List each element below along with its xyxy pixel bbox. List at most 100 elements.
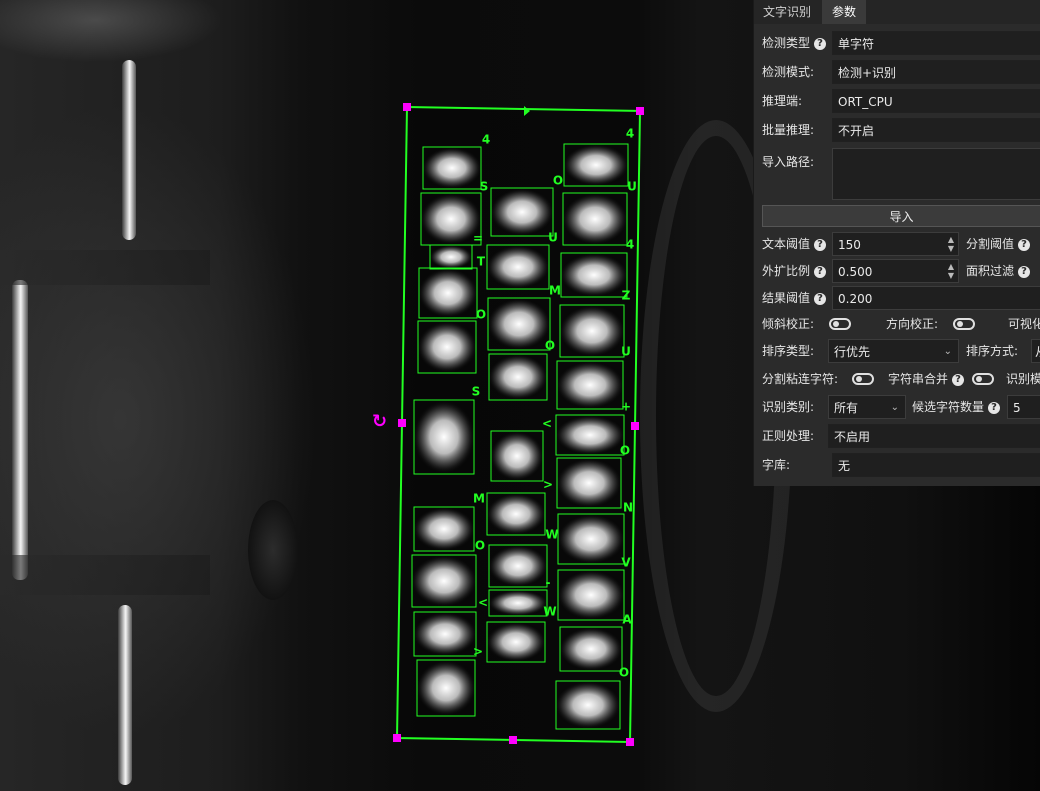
- char-label: V: [621, 556, 631, 570]
- recog-model-label: 识别模: [1006, 372, 1040, 386]
- help-icon[interactable]: ?: [952, 373, 965, 386]
- charset-field[interactable]: 无: [832, 453, 1040, 477]
- expand-ratio-spinbox[interactable]: 0.500 ▲ ▼: [832, 259, 959, 283]
- chevron-down-icon[interactable]: ⌄: [944, 340, 952, 362]
- import-button[interactable]: 导入: [762, 205, 1040, 227]
- char-label: U: [621, 345, 631, 359]
- text-threshold-text: 文本阈值: [762, 237, 811, 251]
- char-blob: [412, 612, 478, 656]
- char-label: U: [627, 180, 637, 194]
- char-label: +: [621, 400, 631, 414]
- char-merge-toggle[interactable]: [972, 373, 994, 385]
- resize-handle[interactable]: [626, 738, 634, 746]
- sort-type-value: 行优先: [834, 345, 871, 359]
- batch-infer-label: 批量推理:: [762, 123, 815, 137]
- sort-type-select[interactable]: 行优先 ⌄: [828, 339, 959, 363]
- candidate-count-spinbox[interactable]: 5: [1007, 395, 1040, 419]
- recog-category-select[interactable]: 所有 ⌄: [828, 395, 906, 419]
- char-blob: [554, 681, 622, 729]
- text-threshold-value: 150: [838, 238, 861, 252]
- regex-value: 不启用: [834, 430, 871, 444]
- help-icon[interactable]: ?: [1018, 265, 1031, 278]
- char-blob: [556, 514, 626, 564]
- split-sticky-toggle[interactable]: [852, 373, 874, 385]
- char-label: O: [619, 666, 629, 680]
- split-threshold-text: 分割阈值: [966, 237, 1015, 251]
- detect-type-label: 检测类型?: [762, 31, 827, 55]
- char-blob: [561, 193, 629, 245]
- char-blob: [410, 555, 478, 607]
- char-label: Z: [622, 289, 631, 303]
- resize-handle[interactable]: [509, 736, 517, 744]
- char-label: <: [542, 417, 552, 431]
- char-blob: [421, 147, 483, 189]
- char-label: 4: [626, 238, 634, 252]
- chevron-down-icon[interactable]: ⌄: [891, 396, 899, 418]
- char-merge-label: 字符串合并?: [888, 367, 965, 391]
- resize-handle[interactable]: [398, 419, 406, 427]
- char-blob: [487, 354, 549, 400]
- help-icon[interactable]: ?: [988, 401, 1001, 414]
- split-threshold-label: 分割阈值?: [966, 232, 1031, 256]
- char-merge-text: 字符串合并: [888, 372, 949, 386]
- visualize-label: 可视化: [1008, 317, 1040, 331]
- resize-handle[interactable]: [403, 103, 411, 111]
- detect-mode-value: 检测+识别: [838, 66, 897, 80]
- tilt-correction-toggle[interactable]: [829, 318, 851, 330]
- char-label: O: [553, 174, 563, 188]
- spin-arrows-icon[interactable]: ▲ ▼: [948, 235, 954, 253]
- candidate-count-value: 5: [1013, 401, 1021, 415]
- help-icon[interactable]: ?: [814, 265, 827, 278]
- char-label: >: [543, 478, 553, 492]
- detect-type-field[interactable]: 单字符: [832, 31, 1040, 55]
- char-label: A: [622, 613, 632, 627]
- resize-handle[interactable]: [636, 107, 644, 115]
- help-icon[interactable]: ?: [1018, 238, 1031, 251]
- tab-text-recognition[interactable]: 文字识别: [754, 0, 820, 24]
- area-filter-text: 面积过滤: [966, 264, 1015, 278]
- tilt-correction-label: 倾斜校正:: [762, 317, 815, 331]
- text-threshold-spinbox[interactable]: 150 ▲ ▼: [832, 232, 959, 256]
- import-path-input[interactable]: [832, 148, 1040, 200]
- regex-field[interactable]: 不启用: [828, 424, 1040, 448]
- infer-end-field[interactable]: ORT_CPU: [832, 89, 1040, 113]
- help-icon[interactable]: ?: [814, 238, 827, 251]
- char-label: N: [623, 501, 633, 515]
- batch-infer-field[interactable]: 不开启: [832, 118, 1040, 142]
- result-threshold-value: 0.200: [838, 292, 873, 306]
- detect-type-value: 单字符: [838, 37, 875, 51]
- char-label: W: [545, 528, 558, 542]
- char-blob: [485, 493, 547, 535]
- split-sticky-label: 分割粘连字符:: [762, 372, 839, 386]
- expand-ratio-value: 0.500: [838, 265, 873, 279]
- char-label: S: [480, 180, 489, 194]
- tab-params[interactable]: 参数: [822, 0, 866, 24]
- char-label: O: [476, 308, 486, 322]
- candidate-count-text: 候选字符数量: [912, 400, 985, 414]
- sort-type-label: 排序类型:: [762, 344, 815, 358]
- direction-correction-toggle[interactable]: [953, 318, 975, 330]
- help-icon[interactable]: ?: [814, 292, 827, 305]
- char-blob: [558, 305, 626, 357]
- resize-handle[interactable]: [393, 734, 401, 742]
- parameter-panel: 文字识别 参数 检测类型? 单字符 检测模式: 检测+识别 推理端: ORT_C…: [753, 0, 1040, 486]
- sort-method-select[interactable]: 从: [1031, 339, 1040, 363]
- sort-method-label: 排序方式:: [966, 344, 1019, 358]
- text-threshold-label: 文本阈值?: [762, 232, 827, 256]
- detect-mode-field[interactable]: 检测+识别: [832, 60, 1040, 84]
- char-blob: [485, 245, 551, 289]
- help-icon[interactable]: ?: [814, 37, 827, 50]
- char-label: S: [472, 385, 481, 399]
- char-label: =: [473, 232, 483, 246]
- char-blob: [559, 253, 629, 297]
- recog-category-label: 识别类别:: [762, 400, 815, 414]
- rotate-handle-icon[interactable]: ↻: [372, 413, 387, 431]
- spin-arrows-icon[interactable]: ▲ ▼: [948, 262, 954, 280]
- area-filter-label: 面积过滤?: [966, 259, 1031, 283]
- charset-value: 无: [838, 459, 851, 473]
- resize-handle[interactable]: [631, 422, 639, 430]
- char-blob: [487, 590, 549, 616]
- char-label: <: [478, 596, 488, 610]
- result-threshold-spinbox[interactable]: 0.200: [832, 286, 1040, 310]
- detect-type-text: 检测类型: [762, 36, 811, 50]
